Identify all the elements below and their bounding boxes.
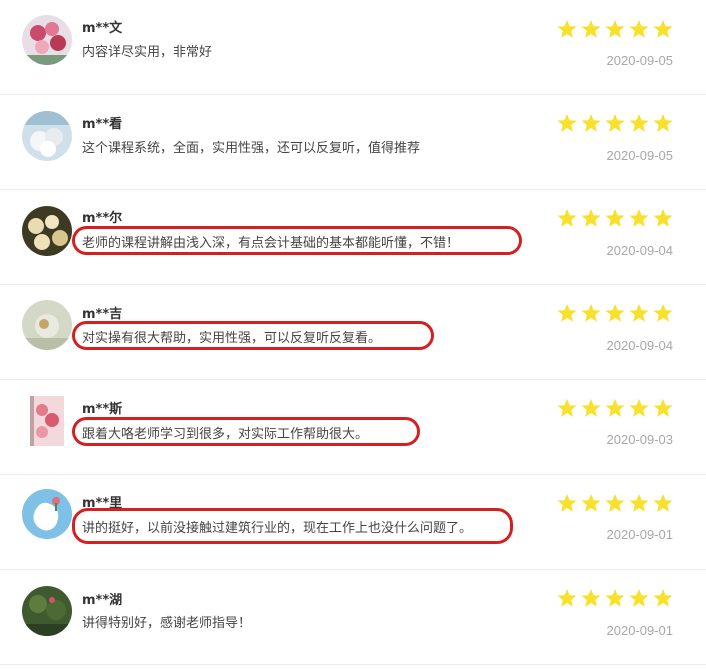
star-icon (653, 113, 675, 133)
star-icon (605, 303, 627, 323)
star-icon (629, 398, 651, 418)
star-icon (557, 588, 579, 608)
review-comment: 对实操有很大帮助，实用性强，可以反复听反复看。 (82, 331, 382, 346)
star-icon (557, 303, 579, 323)
review-comment: 内容详尽实用，非常好 (82, 45, 213, 60)
review-item: m**里 讲的挺好，以前没接触过建筑行业的，现在工作上也没什么问题了。 2020… (0, 475, 706, 570)
username: m**湖 (82, 593, 123, 608)
review-comment: 讲的挺好，以前没接触过建筑行业的，现在工作上也没什么问题了。 (82, 521, 473, 536)
review-comment: 老师的课程讲解由浅入深，有点会计基础的基本都能听懂，不错！ (82, 236, 460, 251)
star-icon (581, 303, 603, 323)
review-item: m**吉 对实操有很大帮助，实用性强，可以反复听反复看。 2020-09-04 (0, 285, 706, 380)
star-icon (629, 113, 651, 133)
review-item: m**湖 讲得特别好，感谢老师指导！ 2020-09-01 (0, 570, 706, 665)
star-icon (605, 493, 627, 513)
star-icon (581, 19, 603, 39)
star-icon (581, 113, 603, 133)
star-icon (581, 493, 603, 513)
review-date: 2020-09-05 (606, 148, 674, 163)
review-item: m**看 这个课程系统，全面，实用性强，还可以反复听，值得推荐 2020-09-… (0, 95, 706, 190)
star-icon (653, 588, 675, 608)
review-comment: 这个课程系统，全面，实用性强，还可以反复听，值得推荐 (82, 141, 421, 156)
review-item: m**斯 跟着大咯老师学习到很多，对实际工作帮助很大。 2020-09-03 (0, 380, 706, 475)
review-date: 2020-09-01 (606, 623, 674, 638)
username: m**看 (82, 117, 123, 132)
avatar[interactable] (22, 489, 72, 539)
star-icon (557, 398, 579, 418)
star-rating (557, 208, 677, 228)
avatar[interactable] (22, 586, 72, 636)
review-item: m**文 内容详尽实用，非常好 2020-09-05 (0, 0, 706, 95)
avatar[interactable] (22, 15, 72, 65)
star-icon (653, 493, 675, 513)
star-rating (557, 113, 677, 133)
star-icon (581, 398, 603, 418)
star-rating (557, 398, 677, 418)
username: m**文 (82, 21, 123, 36)
star-icon (557, 19, 579, 39)
star-rating (557, 303, 677, 323)
username: m**尔 (82, 211, 123, 226)
star-icon (605, 588, 627, 608)
avatar[interactable] (22, 111, 72, 161)
star-icon (581, 208, 603, 228)
username: m**吉 (82, 307, 123, 322)
avatar[interactable] (22, 206, 72, 256)
review-date: 2020-09-03 (606, 432, 674, 447)
star-rating (557, 493, 677, 513)
review-item: m**尔 老师的课程讲解由浅入深，有点会计基础的基本都能听懂，不错！ 2020-… (0, 190, 706, 285)
username: m**斯 (82, 402, 123, 417)
review-date: 2020-09-01 (606, 527, 674, 542)
review-date: 2020-09-04 (606, 338, 674, 353)
star-icon (605, 19, 627, 39)
star-icon (605, 113, 627, 133)
star-icon (581, 588, 603, 608)
star-icon (629, 303, 651, 323)
star-icon (557, 113, 579, 133)
star-icon (653, 398, 675, 418)
star-icon (629, 588, 651, 608)
avatar[interactable] (30, 396, 64, 446)
star-icon (605, 208, 627, 228)
star-icon (629, 208, 651, 228)
star-icon (557, 493, 579, 513)
star-icon (653, 303, 675, 323)
star-rating (557, 19, 677, 39)
star-icon (653, 19, 675, 39)
review-list: m**文 内容详尽实用，非常好 2020-09-05 m**看 这个课程系统，全… (0, 0, 706, 669)
star-rating (557, 588, 677, 608)
star-icon (629, 19, 651, 39)
review-comment: 跟着大咯老师学习到很多，对实际工作帮助很大。 (82, 427, 369, 442)
review-comment: 讲得特别好，感谢老师指导！ (82, 616, 252, 631)
star-icon (605, 398, 627, 418)
avatar[interactable] (22, 300, 72, 350)
star-icon (653, 208, 675, 228)
review-date: 2020-09-04 (606, 243, 674, 258)
review-date: 2020-09-05 (606, 53, 674, 68)
star-icon (629, 493, 651, 513)
star-icon (557, 208, 579, 228)
